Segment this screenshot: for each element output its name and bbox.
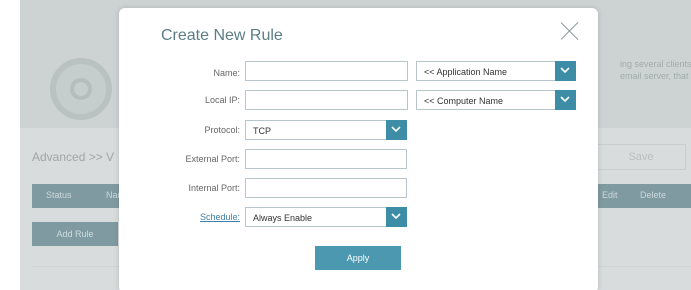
internal-port-label-wrap: Internal Port: (139, 178, 240, 198)
add-rule-button[interactable]: Add Rule (32, 222, 118, 246)
chevron-down-icon[interactable] (555, 90, 576, 110)
schedule-value: Always Enable (253, 213, 313, 223)
external-port-label-wrap: External Port: (139, 149, 240, 169)
column-header-status: Status (46, 190, 72, 200)
protocol-label-wrap: Protocol: (139, 120, 240, 140)
protocol-select[interactable]: TCP (245, 120, 407, 140)
protocol-value: TCP (253, 126, 271, 136)
name-input[interactable] (245, 61, 408, 81)
hero-graphic-inner (70, 78, 92, 100)
application-name-select[interactable]: << Application Name (416, 61, 576, 81)
name-label-wrap: Name: (139, 63, 240, 83)
chevron-down-icon[interactable] (555, 61, 576, 81)
create-rule-dialog: Create New Rule Name: << Application Nam… (119, 8, 598, 290)
external-port-input[interactable] (245, 149, 407, 169)
internal-port-input[interactable] (245, 178, 407, 198)
column-header-delete: Delete (640, 190, 667, 200)
computer-name-select[interactable]: << Computer Name (416, 90, 576, 110)
local-ip-label-wrap: Local IP: (139, 90, 240, 110)
name-label: Name: (213, 68, 240, 78)
schedule-label-wrap: Schedule: (139, 207, 240, 227)
schedule-select[interactable]: Always Enable (245, 207, 407, 227)
internal-port-label: Internal Port: (188, 183, 240, 193)
schedule-link[interactable]: Schedule: (200, 212, 240, 222)
application-name-value: << Application Name (424, 67, 508, 77)
local-ip-label: Local IP: (204, 95, 240, 105)
computer-name-value: << Computer Name (424, 96, 504, 106)
dialog-title: Create New Rule (161, 27, 283, 44)
protocol-label: Protocol: (204, 125, 240, 135)
hero-text-line: ing several clients (620, 59, 691, 69)
save-button[interactable]: Save (596, 144, 686, 170)
breadcrumb: Advanced >> V (32, 150, 115, 164)
external-port-label: External Port: (185, 154, 240, 164)
apply-button[interactable]: Apply (315, 246, 401, 270)
close-icon[interactable] (559, 20, 581, 42)
chevron-down-icon[interactable] (386, 207, 407, 227)
hero-text-line: email server, that (620, 71, 689, 81)
chevron-down-icon[interactable] (386, 120, 407, 140)
hero-description: ing several clients email server, that (620, 58, 691, 82)
column-header-edit: Edit (602, 190, 618, 200)
local-ip-input[interactable] (245, 90, 408, 110)
